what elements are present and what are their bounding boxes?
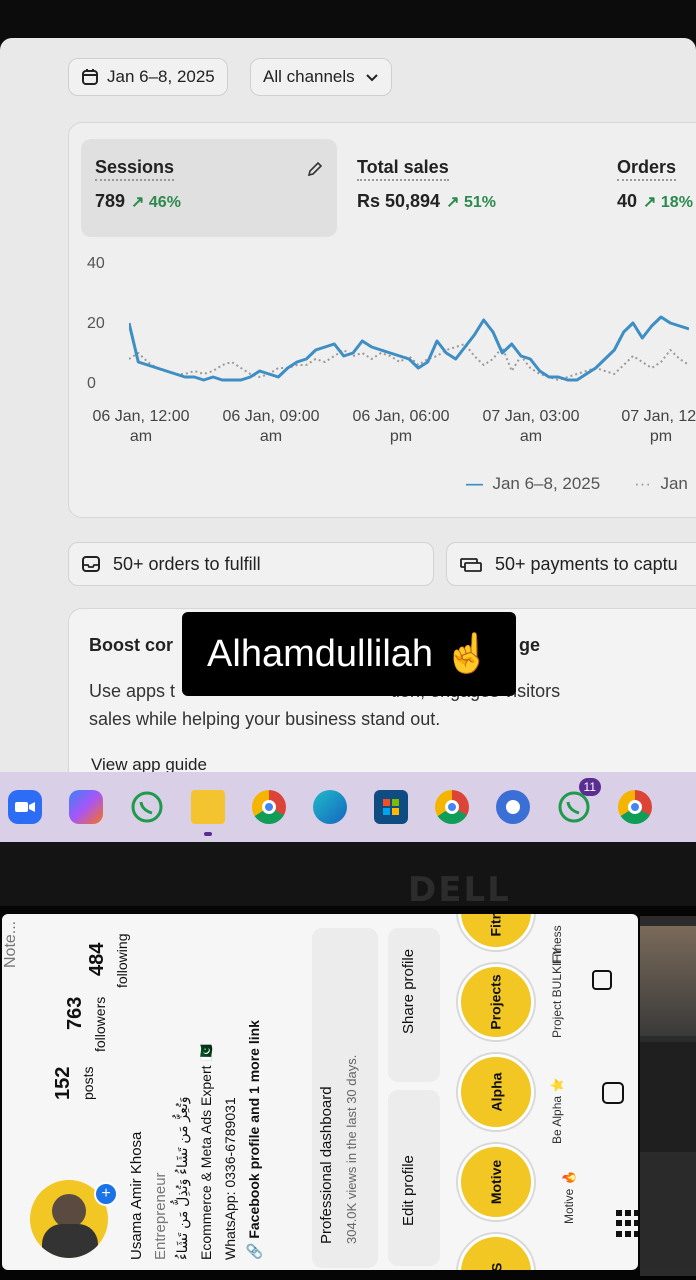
note-bubble[interactable]: Note...: [2, 921, 20, 968]
metric-delta: ↗ 51%: [446, 194, 496, 211]
sessions-line-chart: [129, 315, 689, 382]
profile-name: Usama Amir Khosa: [128, 1131, 145, 1260]
metric-sessions[interactable]: Sessions 789 ↗ 46%: [81, 139, 337, 237]
phone: Note... + Usama Amir Khosa Entrepreneur …: [0, 906, 696, 1280]
dashboard-subtitle: 304.0K views in the last 30 days.: [344, 1054, 359, 1244]
whatsapp-icon[interactable]: 11: [557, 778, 601, 824]
chrome-profile-icon[interactable]: [618, 790, 652, 824]
payments-to-capture-chip[interactable]: 50+ payments to captu: [446, 542, 696, 586]
dashboard-title: Professional dashboard: [318, 1086, 335, 1244]
monitor-bezel: [0, 842, 696, 912]
x-tick-label: 06 Jan, 12:00 am: [92, 408, 190, 445]
y-tick-label: 40: [87, 255, 105, 272]
profile-links[interactable]: 🔗 Facebook profile and 1 more link: [246, 1020, 263, 1260]
whatsapp-icon[interactable]: [130, 790, 164, 824]
notification-badge: 11: [578, 778, 601, 796]
story-text-overlay: Alhamdullilah ☝️: [182, 612, 516, 696]
analytics-card: Sessions 789 ↗ 46% Total sales Rs 50,894 ↗…: [68, 122, 696, 518]
boost-title-end: ge: [519, 635, 541, 655]
chip-label: 50+ orders to fulfill: [113, 553, 261, 574]
chrome-profile-icon[interactable]: [435, 790, 469, 824]
posts-label: posts: [80, 1066, 96, 1100]
profile-post-thumbnails[interactable]: [640, 916, 696, 1276]
channel-filter[interactable]: All channels: [250, 58, 392, 96]
copilot-icon[interactable]: [69, 790, 103, 824]
channel-filter-label: All channels: [263, 67, 355, 86]
date-range-label: Jan 6–8, 2025: [107, 67, 215, 86]
profile-bio: Ecommerce & Meta Ads Expert 🇵🇰: [198, 1044, 214, 1260]
profile-role: Entrepreneur: [152, 1172, 169, 1260]
windows-taskbar: 11: [0, 772, 696, 842]
highlight-caption: Be Alpha ⭐: [550, 1077, 564, 1144]
view-app-guide-button[interactable]: View app guide: [91, 755, 207, 772]
orders-to-fulfill-chip[interactable]: 50+ orders to fulfill: [68, 542, 434, 586]
highlight-caption: Motive 🔥: [562, 1170, 576, 1224]
metric-label: Total sales: [357, 157, 449, 181]
metric-value: Rs 50,894: [357, 191, 441, 211]
followers-count[interactable]: 763: [64, 997, 87, 1030]
chromium-icon[interactable]: [496, 790, 530, 824]
highlight-motive[interactable]: Motive: [458, 1144, 534, 1220]
grid-tab-icon[interactable]: [616, 1210, 638, 1238]
metric-orders[interactable]: Orders 40 ↗ 18%: [603, 139, 696, 237]
comparison-series-line: [129, 343, 689, 381]
metric-value: 40: [617, 191, 638, 211]
boost-title: Boost cor: [89, 635, 174, 655]
x-tick-label: 07 Jan, 03:00 am: [482, 408, 580, 445]
calendar-icon: [82, 69, 98, 85]
y-tick-label: 20: [87, 315, 105, 332]
y-tick-label: 0: [87, 375, 96, 392]
x-tick-label: 06 Jan, 06:00 pm: [352, 408, 450, 445]
metric-value: 789: [95, 191, 126, 211]
tagged-tab-icon[interactable]: [592, 970, 612, 990]
metric-label: Orders: [617, 157, 677, 181]
inbox-icon: [82, 556, 100, 572]
microsoft-store-icon[interactable]: [374, 790, 408, 824]
edit-profile-label: Edit profile: [400, 1155, 417, 1226]
following-label[interactable]: following: [114, 934, 130, 988]
followers-label[interactable]: followers: [92, 997, 108, 1052]
highlight-projects[interactable]: Projects: [458, 964, 534, 1040]
following-count[interactable]: 484: [86, 943, 109, 976]
posts-count: 152: [52, 1066, 74, 1100]
highlight-alpha[interactable]: Alpha: [458, 1054, 534, 1130]
add-story-icon[interactable]: +: [94, 1182, 118, 1206]
cash-icon: [460, 558, 482, 572]
metric-label: Sessions: [95, 157, 175, 181]
chrome-icon[interactable]: [252, 790, 286, 824]
metric-total-sales[interactable]: Total sales Rs 50,894 ↗ 51%: [343, 139, 583, 237]
reels-tab-icon[interactable]: [602, 1082, 624, 1104]
legend-comparison: ··· Jan: [634, 474, 688, 493]
date-range-picker[interactable]: Jan 6–8, 2025: [68, 58, 228, 96]
profile-whatsapp: WhatsApp: 0336-6789031: [222, 1097, 238, 1260]
share-profile-label: Share profile: [400, 948, 417, 1034]
highlight-caption: Fitness: [550, 925, 564, 964]
metric-delta: ↗ 46%: [131, 194, 181, 211]
instagram-profile-screen: Note... + Usama Amir Khosa Entrepreneur …: [2, 914, 638, 1270]
highlight-partial[interactable]: ES: [458, 1234, 534, 1270]
chevron-down-icon: [365, 74, 378, 82]
dell-logo: DELL: [408, 870, 511, 910]
profile-bio-arabic: وَتُعِزُّ مَن تَشَاءُ وَتُذِلُّ مَن تَشَ…: [174, 1096, 190, 1260]
metric-delta: ↗ 18%: [643, 194, 693, 211]
zoom-icon[interactable]: [8, 790, 42, 824]
pencil-icon[interactable]: [305, 159, 325, 179]
edge-icon[interactable]: [313, 790, 347, 824]
x-tick-label: 07 Jan, 12: pm: [621, 408, 696, 445]
file-explorer-icon[interactable]: [191, 790, 225, 836]
highlight-fitness[interactable]: Fitness: [458, 914, 534, 950]
x-tick-label: 06 Jan, 09:00 am: [222, 408, 320, 445]
legend-current: — Jan 6–8, 2025: [466, 474, 601, 493]
chip-label: 50+ payments to captu: [495, 553, 678, 574]
